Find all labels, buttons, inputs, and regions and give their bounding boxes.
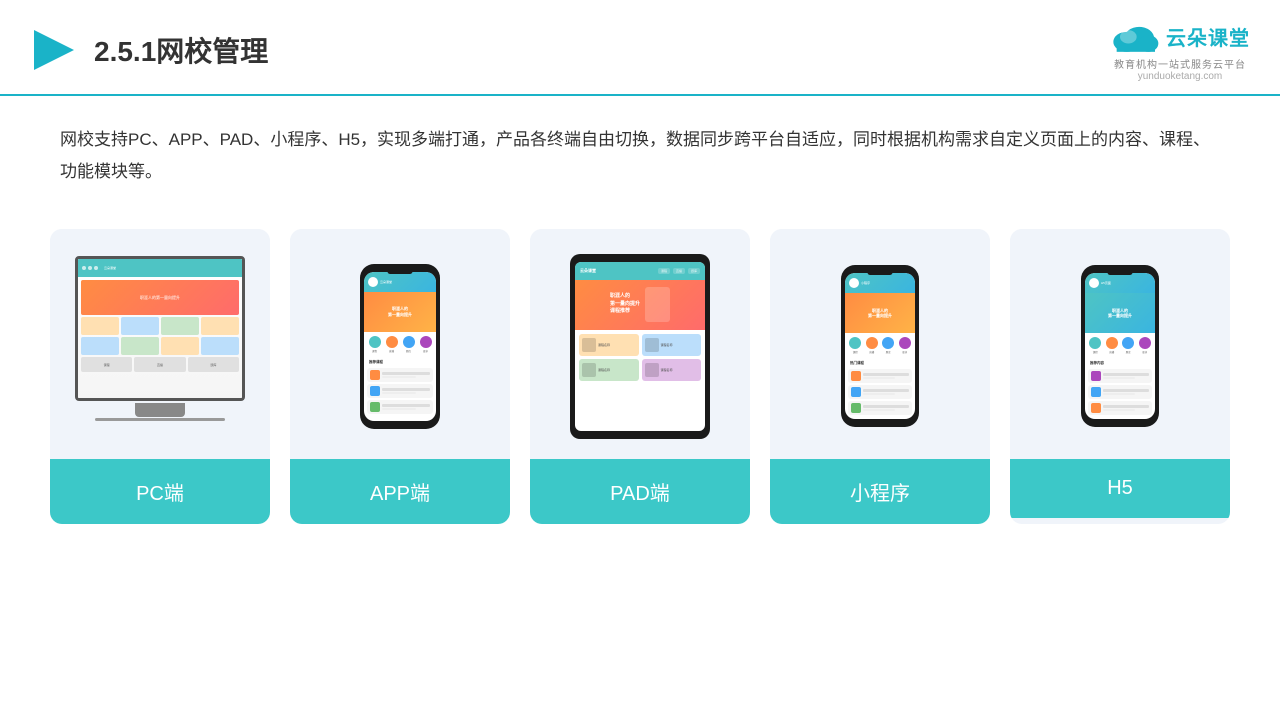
pad-tablet-mockup: 云朵课堂 课程 直播 题库 职涯人的第一量向提升课程推荐	[570, 254, 710, 439]
card-app-image: 云朵课堂 职涯人的第一量向提升 课程 直播	[290, 229, 510, 459]
card-pad-label: PAD端	[530, 459, 750, 524]
h5-phone-mockup: H5页面 职涯人的第一量向提升 课程 直播	[1081, 265, 1159, 427]
app-phone-mockup: 云朵课堂 职涯人的第一量向提升 课程 直播	[360, 264, 440, 429]
page-title: 2.5.1网校管理	[94, 30, 268, 70]
card-miniprogram-image: 小程序 职涯人的第一量向提升 课程 直播	[770, 229, 990, 459]
logo-area: 云朵课堂 教育机构一站式服务云平台 yunduoketang.com	[1110, 18, 1250, 82]
card-pc-label: PC端	[50, 459, 270, 524]
card-miniprogram-label: 小程序	[770, 459, 990, 524]
card-pc-image: 云朵课堂 职涯人的第一量向提升	[50, 229, 270, 459]
card-app-label: APP端	[290, 459, 510, 524]
card-h5: H5页面 职涯人的第一量向提升 课程 直播	[1010, 229, 1230, 524]
logo-cloud: 云朵课堂	[1110, 18, 1250, 54]
monitor-screen: 云朵课堂 职涯人的第一量向提升	[75, 256, 245, 401]
card-h5-image: H5页面 职涯人的第一量向提升 课程 直播	[1010, 229, 1230, 459]
logo-name: 云朵课堂	[1166, 22, 1250, 51]
card-pad-image: 云朵课堂 课程 直播 题库 职涯人的第一量向提升课程推荐	[530, 229, 750, 459]
logo-tagline: 教育机构一站式服务云平台	[1114, 56, 1246, 71]
card-h5-label: H5	[1010, 459, 1230, 518]
pc-monitor: 云朵课堂 职涯人的第一量向提升	[70, 256, 250, 436]
card-pc: 云朵课堂 职涯人的第一量向提升	[50, 229, 270, 524]
miniprogram-phone-mockup: 小程序 职涯人的第一量向提升 课程 直播	[841, 265, 919, 427]
card-pad: 云朵课堂 课程 直播 题库 职涯人的第一量向提升课程推荐	[530, 229, 750, 524]
card-miniprogram: 小程序 职涯人的第一量向提升 课程 直播	[770, 229, 990, 524]
logo-url: yunduoketang.com	[1138, 71, 1223, 82]
description-text: 网校支持PC、APP、PAD、小程序、H5，实现多端打通，产品各终端自由切换，数…	[0, 96, 1280, 199]
card-app: 云朵课堂 职涯人的第一量向提升 课程 直播	[290, 229, 510, 524]
play-icon	[30, 26, 78, 74]
cloud-icon	[1110, 18, 1160, 54]
page-header: 2.5.1网校管理 云朵课堂 教育机构一站式服务云平台 yunduoketang…	[0, 0, 1280, 96]
cards-section: 云朵课堂 职涯人的第一量向提升	[0, 199, 1280, 554]
header-left: 2.5.1网校管理	[30, 26, 268, 74]
